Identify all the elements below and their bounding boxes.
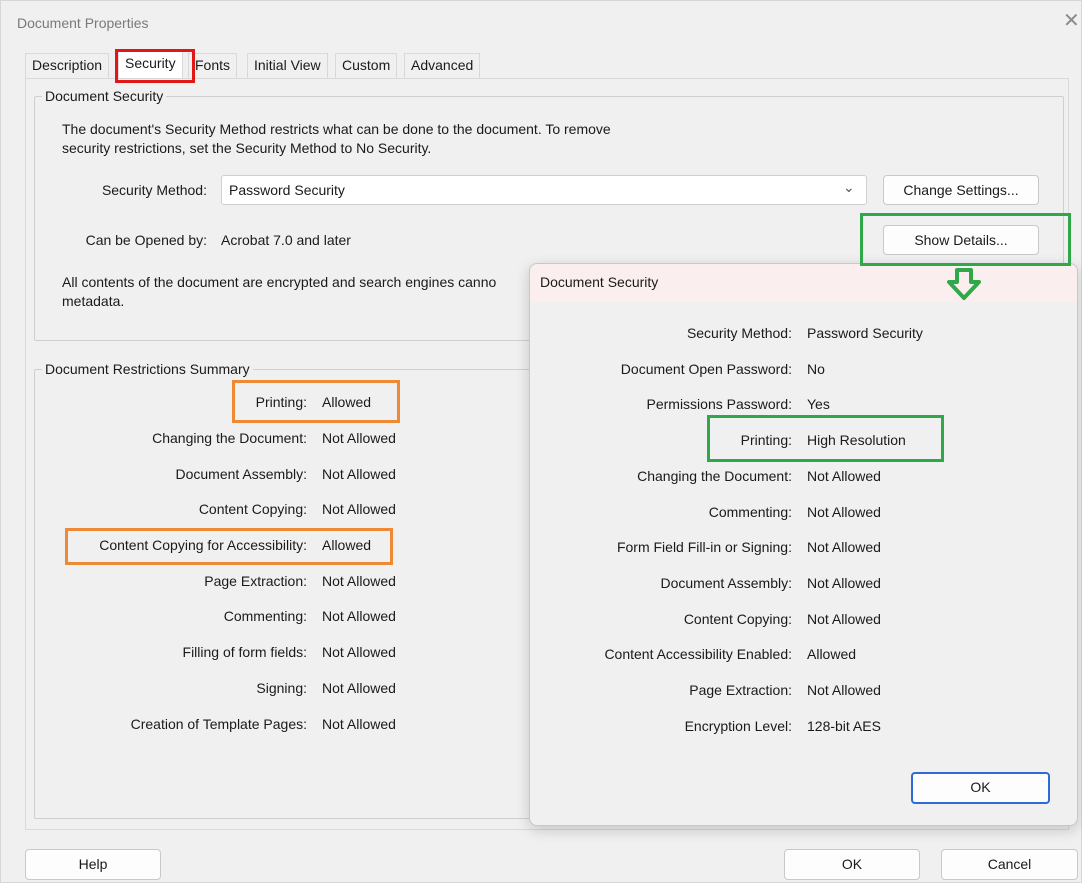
accessibility-highlight — [65, 528, 393, 565]
detail-value: 128-bit AES — [807, 718, 881, 734]
security-intro-text-line1: The document's Security Method restricts… — [62, 121, 611, 137]
restriction-label: Content Copying: — [198, 501, 307, 517]
detail-label: Content Copying: — [683, 611, 792, 627]
restriction-label: Signing: — [256, 680, 307, 696]
detail-label: Encryption Level: — [684, 718, 792, 734]
detail-label: Document Open Password: — [620, 361, 792, 377]
detail-value: Not Allowed — [807, 575, 881, 591]
security-intro-text-line2: security restrictions, set the Security … — [62, 140, 432, 156]
security-tab-highlight — [115, 49, 195, 83]
encryption-note-line1: All contents of the document are encrypt… — [62, 274, 497, 290]
restriction-label: Page Extraction: — [204, 573, 307, 589]
detail-value: Not Allowed — [807, 611, 881, 627]
restriction-value: Not Allowed — [322, 501, 396, 517]
tab-initial-view[interactable]: Initial View — [247, 53, 328, 78]
restriction-value: Not Allowed — [322, 716, 396, 732]
ok-button[interactable]: OK — [784, 849, 920, 880]
detail-value: Yes — [807, 396, 830, 412]
tab-fonts[interactable]: Fonts — [188, 53, 238, 78]
restriction-label: Filling of form fields: — [182, 644, 307, 660]
change-settings-button[interactable]: Change Settings... — [883, 175, 1039, 205]
encryption-note-line2: metadata. — [62, 293, 125, 309]
document-properties-window: Document Properties ✕ Description Securi… — [0, 0, 1082, 883]
document-security-group-label: Document Security — [42, 88, 167, 104]
detail-value: Allowed — [807, 646, 857, 662]
restrictions-summary-group-label: Document Restrictions Summary — [42, 361, 253, 377]
chevron-down-icon: ⌄ — [843, 179, 855, 195]
security-method-select[interactable]: Password Security ⌄ — [221, 175, 867, 205]
restriction-label: Creation of Template Pages: — [130, 716, 307, 732]
security-method-label: Security Method: — [101, 182, 207, 198]
document-security-dialog: Document Security Security Method: Passw… — [529, 263, 1078, 826]
restriction-value: Not Allowed — [322, 573, 396, 589]
restriction-label: Commenting: — [223, 608, 307, 624]
dialog-title: Document Security — [540, 274, 659, 290]
tab-advanced[interactable]: Advanced — [404, 53, 481, 78]
printing-highlight — [232, 380, 400, 423]
detail-value: Not Allowed — [807, 468, 881, 484]
opened-by-label: Can be Opened by: — [85, 232, 207, 248]
close-icon[interactable]: ✕ — [1063, 11, 1080, 31]
window-title: Document Properties — [17, 15, 149, 31]
detail-value: No — [807, 361, 825, 377]
restriction-value: Not Allowed — [322, 680, 396, 696]
restriction-value: Not Allowed — [322, 466, 396, 482]
down-arrow-icon — [947, 268, 981, 300]
detail-value: Password Security — [807, 325, 923, 341]
opened-by-value: Acrobat 7.0 and later — [221, 232, 351, 248]
dialog-ok-button[interactable]: OK — [911, 772, 1050, 804]
restriction-label: Changing the Document: — [152, 430, 307, 446]
restriction-value: Not Allowed — [322, 608, 396, 624]
detail-label: Page Extraction: — [689, 682, 792, 698]
restriction-value: Not Allowed — [322, 644, 396, 660]
tab-description[interactable]: Description — [25, 53, 110, 78]
detail-label: Security Method: — [686, 325, 792, 341]
restriction-value: Not Allowed — [322, 430, 396, 446]
dialog-printing-highlight — [707, 415, 944, 462]
detail-value: Not Allowed — [807, 504, 881, 520]
detail-value: Not Allowed — [807, 539, 881, 555]
detail-label: Permissions Password: — [646, 396, 793, 412]
detail-value: Not Allowed — [807, 682, 881, 698]
detail-label: Changing the Document: — [637, 468, 792, 484]
tab-custom[interactable]: Custom — [335, 53, 398, 78]
help-button[interactable]: Help — [25, 849, 161, 880]
detail-label: Document Assembly: — [660, 575, 793, 591]
security-method-value: Password Security — [229, 182, 345, 198]
detail-label: Content Accessibility Enabled: — [604, 646, 792, 662]
detail-label: Form Field Fill-in or Signing: — [616, 539, 792, 555]
show-details-highlight — [860, 213, 1071, 266]
detail-label: Commenting: — [708, 504, 792, 520]
restriction-label: Document Assembly: — [175, 466, 308, 482]
cancel-button[interactable]: Cancel — [941, 849, 1078, 880]
